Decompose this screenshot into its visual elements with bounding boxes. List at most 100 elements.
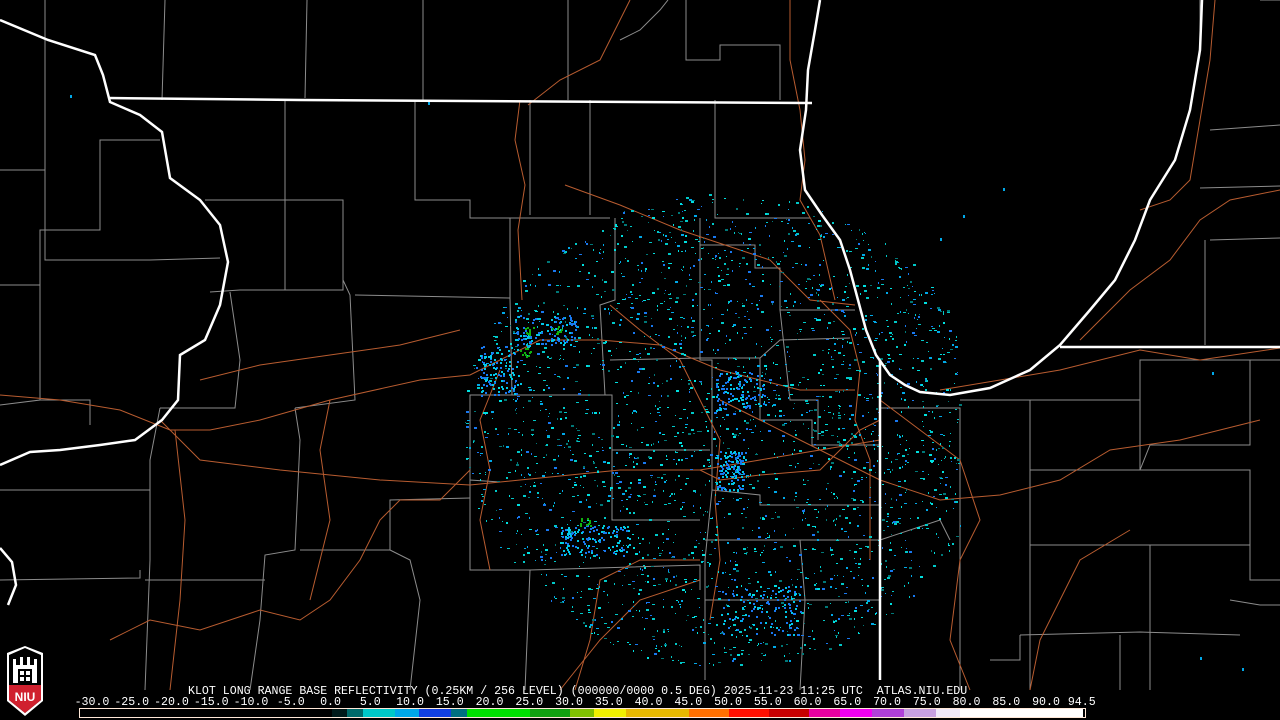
echo-pixel	[664, 440, 667, 441]
echo-pixel	[795, 434, 797, 436]
echo-pixel	[809, 247, 810, 248]
echo-pixel	[619, 263, 620, 264]
echo-pixel	[538, 305, 539, 307]
colorbar-segment	[689, 709, 729, 717]
echo-pixel	[949, 338, 950, 340]
echo-pixel	[488, 469, 491, 471]
echo-pixel	[890, 507, 893, 508]
echo-pixel	[552, 334, 553, 335]
echo-pixel	[602, 279, 603, 281]
echo-pixel	[676, 199, 678, 200]
echo-pixel	[909, 551, 912, 553]
radar-display: NIU KLOT LONG RANGE BASE REFLECTIVITY (0…	[0, 0, 1280, 720]
echo-pixel	[503, 445, 504, 447]
echo-pixel	[743, 242, 744, 244]
echo-pixel	[772, 257, 774, 258]
echo-pixel	[529, 331, 531, 333]
echo-pixel	[817, 289, 820, 291]
echo-pixel	[851, 414, 854, 416]
echo-pixel	[742, 257, 745, 259]
echo-pixel	[581, 532, 583, 534]
echo-pixel	[594, 521, 597, 522]
echo-pixel	[795, 234, 797, 236]
echo-pixel	[521, 339, 523, 341]
echo-pixel	[511, 498, 514, 499]
echo-pixel	[901, 506, 902, 508]
echo-pixel	[867, 610, 869, 612]
echo-pixel	[761, 552, 763, 553]
echo-pixel	[957, 372, 958, 373]
echo-pixel	[853, 508, 856, 510]
echo-pixel	[495, 377, 497, 379]
echo-pixel	[486, 363, 489, 364]
echo-pixel	[881, 332, 883, 333]
echo-pixel	[841, 528, 843, 530]
echo-pixel	[676, 360, 677, 362]
echo-pixel	[808, 223, 810, 224]
echo-pixel	[623, 545, 624, 546]
echo-pixel	[710, 454, 713, 456]
echo-pixel	[589, 531, 591, 533]
echo-pixel	[614, 474, 615, 476]
echo-pixel	[700, 626, 702, 628]
echo-pixel	[494, 382, 496, 384]
echo-pixel	[887, 513, 889, 515]
echo-pixel	[551, 600, 552, 602]
echo-pixel	[932, 411, 933, 413]
echo-pixel	[848, 457, 850, 458]
echo-pixel	[895, 459, 898, 460]
echo-pixel	[838, 412, 840, 414]
echo-pixel	[524, 477, 525, 478]
echo-pixel	[703, 247, 704, 249]
echo-pixel	[705, 421, 707, 422]
echo-pixel	[590, 557, 591, 559]
echo-pixel	[800, 303, 801, 304]
echo-pixel	[498, 391, 500, 393]
echo-pixel	[781, 306, 782, 307]
echo-pixel	[939, 494, 942, 495]
echo-pixel	[881, 589, 884, 591]
echo-pixel	[678, 250, 679, 252]
echo-pixel	[804, 549, 807, 550]
echo-pixel	[742, 618, 744, 620]
echo-pixel	[678, 601, 679, 603]
echo-pixel	[634, 458, 637, 459]
echo-pixel	[771, 595, 772, 596]
echo-pixel	[828, 352, 829, 354]
echo-pixel	[632, 284, 634, 286]
echo-pixel	[678, 459, 680, 461]
echo-pixel	[601, 617, 603, 618]
echo-pixel	[686, 620, 687, 621]
echo-pixel	[628, 530, 630, 532]
echo-pixel	[820, 369, 822, 371]
echo-pixel	[913, 264, 916, 266]
echo-pixel	[872, 397, 873, 399]
echo-pixel	[523, 561, 525, 563]
echo-pixel	[575, 477, 578, 478]
echo-pixel	[897, 313, 899, 314]
echo-pixel	[956, 536, 959, 537]
echo-pixel	[780, 627, 781, 628]
echo-pixel	[539, 321, 540, 322]
echo-pixel	[835, 524, 836, 526]
echo-pixel	[515, 346, 518, 347]
echo-pixel	[556, 552, 557, 553]
echo-pixel	[726, 256, 727, 257]
echo-pixel	[708, 253, 709, 254]
echo-pixel	[648, 383, 650, 384]
echo-pixel	[948, 545, 950, 546]
echo-pixel	[737, 538, 740, 540]
echo-pixel	[930, 502, 931, 504]
echo-pixel	[518, 307, 521, 309]
echo-pixel	[881, 279, 884, 280]
echo-pixel	[682, 211, 683, 212]
echo-pixel	[617, 369, 619, 370]
echo-pixel	[746, 476, 747, 478]
echo-pixel	[494, 323, 496, 324]
echo-pixel	[570, 317, 572, 319]
echo-pixel	[559, 271, 560, 273]
echo-pixel	[869, 559, 870, 560]
echo-pixel	[748, 271, 751, 273]
echo-pixel	[530, 284, 531, 286]
echo-pixel	[926, 528, 929, 529]
